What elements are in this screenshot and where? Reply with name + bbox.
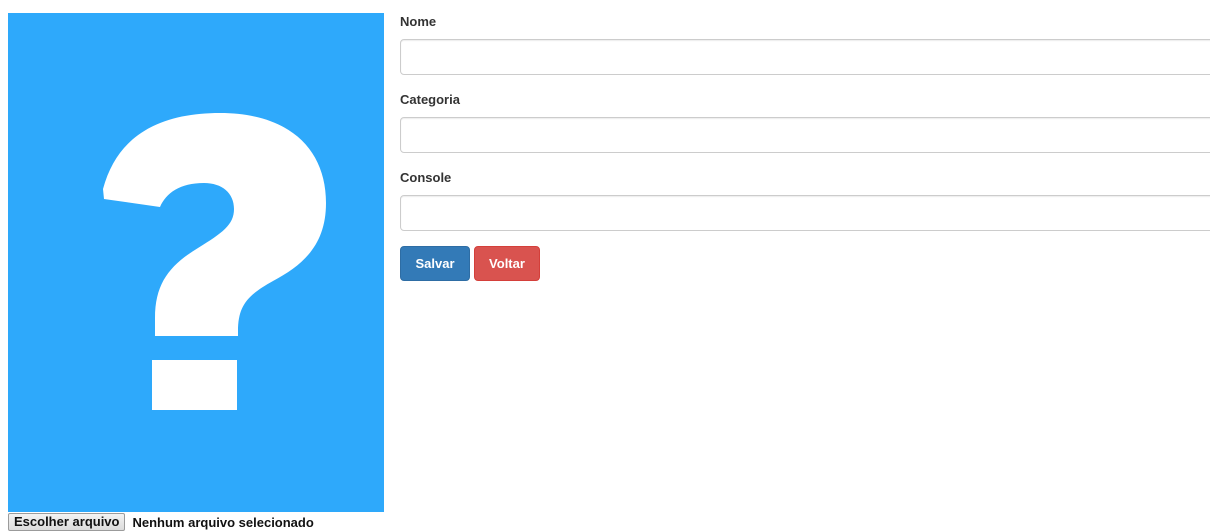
cover-image-placeholder <box>8 13 384 512</box>
form-actions: Salvar Voltar <box>400 246 1210 281</box>
category-input[interactable] <box>400 117 1210 153</box>
question-mark-icon <box>8 13 384 512</box>
category-label: Categoria <box>400 92 460 107</box>
file-status-text: Nenhum arquivo selecionado <box>132 514 314 530</box>
name-label: Nome <box>400 14 437 29</box>
console-label: Console <box>400 170 452 185</box>
back-button[interactable]: Voltar <box>474 246 540 281</box>
file-input: Escolher arquivo Nenhum arquivo selecion… <box>8 512 314 532</box>
game-form: Nome Categoria Console Salvar Voltar <box>400 13 1210 281</box>
name-input[interactable] <box>400 39 1210 75</box>
save-button[interactable]: Salvar <box>400 246 470 281</box>
console-input[interactable] <box>400 195 1210 231</box>
edit-game-page: Escolher arquivo Nenhum arquivo selecion… <box>0 0 1210 532</box>
choose-file-button[interactable]: Escolher arquivo <box>8 513 126 531</box>
